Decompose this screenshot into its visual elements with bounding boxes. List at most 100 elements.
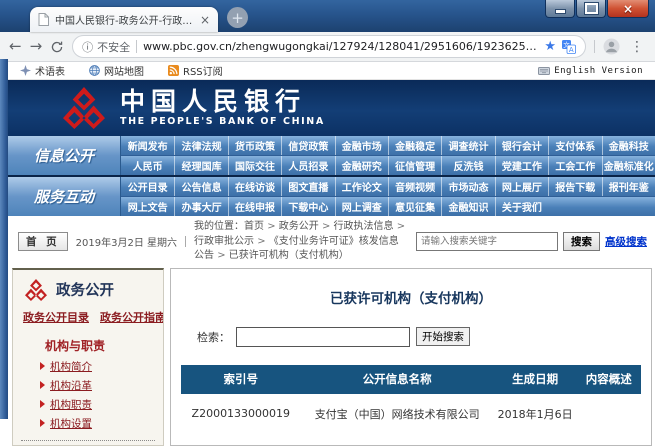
breadcrumb-separator: >: [254, 236, 269, 247]
compass-star-icon: [20, 65, 31, 76]
nav-row: 公开目录公告信息在线访谈图文直播工作论文音频视频市场动态网上展厅报告下载报刊年鉴: [121, 177, 655, 196]
nav-item[interactable]: 经理国库: [174, 156, 227, 175]
sidebar-item[interactable]: 机构简介: [13, 357, 163, 376]
nav-item[interactable]: 新闻发布: [121, 136, 174, 155]
bookmark-star-icon[interactable]: ★: [544, 39, 556, 54]
start-search-button[interactable]: 开始搜索: [416, 327, 470, 346]
search-button[interactable]: 搜索: [563, 232, 600, 251]
nav-item[interactable]: 征信管理: [388, 156, 441, 175]
breadcrumb-item[interactable]: 行政执法信息: [334, 221, 394, 232]
address-bar[interactable]: ⓘ 不安全 www.pbc.gov.cn/zhengwugongkai/1279…: [72, 35, 586, 58]
new-tab-button[interactable]: +: [227, 7, 248, 28]
url-text[interactable]: www.pbc.gov.cn/zhengwugongkai/127924/128…: [143, 40, 538, 53]
nav-item[interactable]: 市场动态: [441, 177, 494, 196]
profile-avatar[interactable]: [603, 38, 620, 55]
nav-item[interactable]: 在线申报: [228, 197, 281, 216]
translate-icon[interactable]: 文A: [562, 40, 576, 54]
svg-text:A: A: [569, 46, 574, 54]
nav-item[interactable]: 反洗钱: [441, 156, 494, 175]
maximize-icon: [585, 3, 598, 14]
nav-item[interactable]: 工会工作: [548, 156, 601, 175]
nav-item[interactable]: 金融科技: [602, 136, 655, 155]
reload-button[interactable]: [50, 40, 64, 54]
minimize-icon: [555, 9, 566, 14]
breadcrumb-item[interactable]: 政务公开: [279, 221, 319, 232]
sidebar-links: 政务公开目录政务公开指南: [13, 309, 163, 333]
nav-item[interactable]: 关于我们: [495, 197, 548, 216]
nav-item[interactable]: 货币政策: [228, 136, 281, 155]
rss-link[interactable]: RSS订阅: [168, 63, 223, 78]
back-button[interactable]: ←: [9, 39, 22, 54]
bullet-icon: [40, 400, 45, 408]
sidebar-sections: 机构与职责机构简介机构沿革机构职责机构设置法规政策法律法规: [13, 333, 163, 446]
nav-item[interactable]: 音频视频: [388, 177, 441, 196]
browser-menu-icon[interactable]: ⋮: [628, 39, 646, 55]
nav-item[interactable]: 办事大厅: [174, 197, 227, 216]
forward-button[interactable]: →: [30, 39, 43, 54]
sidebar-divider: [21, 440, 155, 441]
breadcrumb-separator: >: [214, 250, 229, 261]
table-cell: Z2000231000010: [181, 433, 301, 446]
table-header-cell: 生成日期: [494, 365, 577, 394]
search-input[interactable]: [416, 232, 558, 251]
nav-item[interactable]: 金融研究: [335, 156, 388, 175]
advanced-search-link[interactable]: 高级搜索: [605, 234, 647, 249]
nav-item[interactable]: 金融知识: [441, 197, 494, 216]
tab-close-icon[interactable]: ×: [200, 14, 210, 26]
nav-item[interactable]: 调查统计: [441, 136, 494, 155]
bullet-icon: [40, 419, 45, 427]
nav-item[interactable]: 下载中心: [281, 197, 334, 216]
nav-item[interactable]: 在线访谈: [228, 177, 281, 196]
nav-item[interactable]: 网上文告: [121, 197, 174, 216]
bullet-icon: [40, 381, 45, 389]
nav-item[interactable]: 图文直播: [281, 177, 334, 196]
nav-item[interactable]: 金融标准化: [602, 156, 655, 175]
english-version-link[interactable]: English Version: [538, 66, 643, 76]
breadcrumb-separator: >: [394, 221, 406, 232]
glossary-link[interactable]: 术语表: [20, 63, 65, 78]
site-info[interactable]: ⓘ 不安全: [82, 39, 130, 55]
nav-item[interactable]: 国际交往: [228, 156, 281, 175]
page-favicon-icon: [38, 13, 49, 26]
nav-item[interactable]: 金融稳定: [388, 136, 441, 155]
breadcrumb-item[interactable]: 行政审批公示: [194, 236, 254, 247]
toolbar-divider: [594, 40, 595, 53]
nav-item[interactable]: 信贷政策: [281, 136, 334, 155]
nav-item[interactable]: 网上调查: [335, 197, 388, 216]
nav-item[interactable]: 公开目录: [121, 177, 174, 196]
nav-item[interactable]: 工作论文: [335, 177, 388, 196]
sitemap-label: 网站地图: [104, 63, 144, 78]
rss-icon: [168, 65, 179, 76]
home-button[interactable]: 首 页: [18, 232, 68, 251]
nav-item[interactable]: 意见征集: [388, 197, 441, 216]
nav-item[interactable]: 网上展厅: [495, 177, 548, 196]
omnibox-divider: [136, 40, 137, 53]
nav-item[interactable]: 公告信息: [174, 177, 227, 196]
nav-item[interactable]: 党建工作: [495, 156, 548, 175]
table-header-cell: 内容概述: [577, 365, 641, 394]
nav-item[interactable]: 人民币: [121, 156, 174, 175]
nav-item[interactable]: 人员招录: [281, 156, 334, 175]
sidebar-link[interactable]: 政务公开目录: [23, 309, 89, 325]
nav-item[interactable]: 支付体系: [548, 136, 601, 155]
nav-item[interactable]: 报刊年鉴: [602, 177, 655, 196]
browser-window: 中国人民银行-政务公开-行政执法信息 × + × ← → ⓘ 不安全 www.p…: [0, 0, 655, 80]
sidebar-item[interactable]: 机构职责: [13, 395, 163, 414]
nav-item[interactable]: 法律法规: [174, 136, 227, 155]
table-body: Z2000133000019支付宝（中国）网络技术有限公司2018年1月6日Z2…: [181, 394, 641, 446]
table-row: Z2000133000019支付宝（中国）网络技术有限公司2018年1月6日: [181, 394, 641, 433]
sidebar-link[interactable]: 政务公开指南: [100, 309, 164, 325]
window-minimize-button[interactable]: [545, 0, 575, 18]
breadcrumb-item[interactable]: 首页: [244, 221, 264, 232]
sidebar-item[interactable]: 机构沿革: [13, 376, 163, 395]
page-title: 已获许可机构（支付机构）: [181, 287, 641, 307]
sitemap-link[interactable]: 网站地图: [89, 63, 144, 78]
nav-item[interactable]: 银行会计: [495, 136, 548, 155]
nav-item[interactable]: 金融市场: [335, 136, 388, 155]
sidebar-item[interactable]: 机构设置: [13, 414, 163, 433]
window-maximize-button[interactable]: [576, 0, 606, 18]
nav-item[interactable]: 报告下载: [548, 177, 601, 196]
browser-tab[interactable]: 中国人民银行-政务公开-行政执法信息 ×: [30, 7, 218, 32]
window-close-button[interactable]: ×: [607, 0, 649, 18]
retrieve-input[interactable]: [236, 327, 410, 347]
